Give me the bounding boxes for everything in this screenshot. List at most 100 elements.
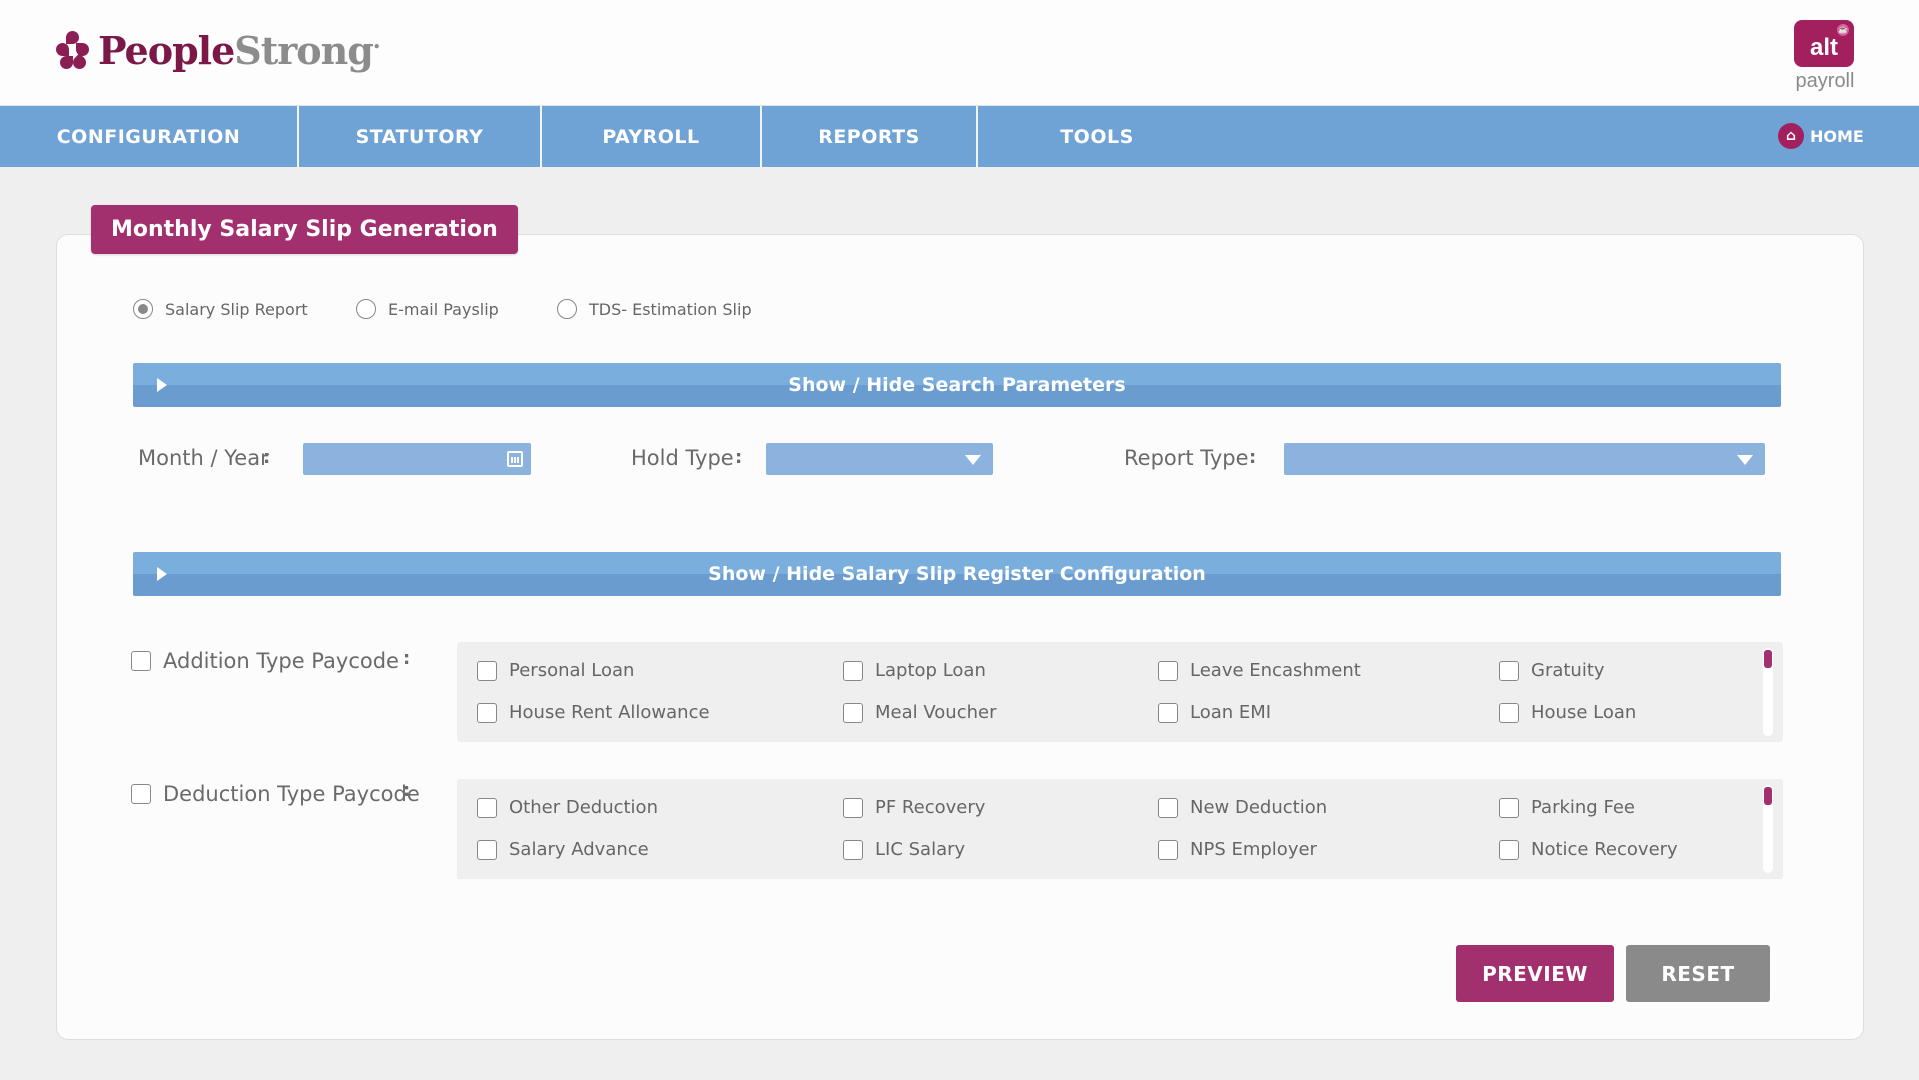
- home-icon: ⌂: [1778, 123, 1804, 149]
- month-year-input[interactable]: [303, 443, 531, 475]
- register-configuration-label: Show / Hide Salary Slip Register Configu…: [708, 563, 1206, 585]
- radio-indicator[interactable]: [356, 299, 376, 319]
- paycode-leave-encashment[interactable]: Leave Encashment: [1158, 660, 1361, 681]
- checkbox[interactable]: [843, 660, 863, 681]
- paycode-label: Salary Advance: [509, 839, 649, 860]
- scrollbar[interactable]: [1763, 648, 1773, 736]
- paycode-label: Other Deduction: [509, 797, 658, 818]
- home-label: HOME: [1810, 126, 1864, 146]
- search-parameters-toggle[interactable]: Show / Hide Search Parameters: [133, 363, 1781, 407]
- radio-salary-slip-report[interactable]: Salary Slip Report: [133, 299, 308, 319]
- calendar-icon[interactable]: [507, 451, 523, 467]
- addition-type-label: Addition Type Paycode: [163, 649, 399, 673]
- brand-name: PeopleStrong•: [98, 28, 380, 73]
- addition-paycode-list: Personal Loan Laptop Loan Leave Encashme…: [457, 642, 1783, 742]
- report-type-label: Report Type: [1124, 446, 1249, 470]
- checkbox[interactable]: [1499, 702, 1519, 723]
- radio-email-payslip[interactable]: E-mail Payslip: [356, 299, 499, 319]
- scrollbar-thumb[interactable]: [1764, 650, 1772, 668]
- checkbox[interactable]: [1158, 702, 1178, 723]
- paycode-loan-emi[interactable]: Loan EMI: [1158, 702, 1271, 723]
- paycode-label: NPS Employer: [1190, 839, 1317, 860]
- scrollbar-thumb[interactable]: [1764, 787, 1772, 805]
- checkbox[interactable]: [843, 839, 863, 860]
- preview-button[interactable]: PREVIEW: [1456, 945, 1614, 1002]
- paycode-house-rent-allowance[interactable]: House Rent Allowance: [477, 702, 710, 723]
- main-nav: CONFIGURATION STATUTORY PAYROLL REPORTS …: [0, 106, 1919, 167]
- paycode-nps-employer[interactable]: NPS Employer: [1158, 839, 1317, 860]
- field-colon: :: [263, 447, 271, 468]
- app-header: PeopleStrong• alt ☕ payroll: [0, 0, 1919, 106]
- paycode-label: Leave Encashment: [1190, 660, 1361, 681]
- paycode-label: House Rent Allowance: [509, 702, 710, 723]
- home-link[interactable]: ⌂ HOME: [1778, 123, 1864, 149]
- checkbox[interactable]: [1499, 839, 1519, 860]
- nav-configuration[interactable]: CONFIGURATION: [0, 106, 297, 167]
- paycode-notice-recovery[interactable]: Notice Recovery: [1499, 839, 1678, 860]
- checkbox[interactable]: [1158, 797, 1178, 818]
- radio-tds-estimation-slip[interactable]: TDS- Estimation Slip: [557, 299, 752, 319]
- scrollbar[interactable]: [1763, 785, 1773, 873]
- nav-reports[interactable]: REPORTS: [762, 106, 976, 167]
- paycode-label: Notice Recovery: [1531, 839, 1678, 860]
- hold-type-select[interactable]: [766, 443, 993, 475]
- paycode-house-loan[interactable]: House Loan: [1499, 702, 1636, 723]
- checkbox[interactable]: [1499, 797, 1519, 818]
- paycode-laptop-loan[interactable]: Laptop Loan: [843, 660, 986, 681]
- checkbox[interactable]: [477, 797, 497, 818]
- paycode-pf-recovery[interactable]: PF Recovery: [843, 797, 985, 818]
- paycode-label: LIC Salary: [875, 839, 966, 860]
- checkbox[interactable]: [477, 660, 497, 681]
- paycode-personal-loan[interactable]: Personal Loan: [477, 660, 634, 681]
- peoplestrong-logo[interactable]: PeopleStrong•: [56, 28, 380, 73]
- paycode-label: New Deduction: [1190, 797, 1328, 818]
- checkbox[interactable]: [1158, 660, 1178, 681]
- radio-indicator[interactable]: [557, 299, 577, 319]
- nav-statutory[interactable]: STATUTORY: [299, 106, 540, 167]
- paycode-label: House Loan: [1531, 702, 1637, 723]
- paycode-parking-fee[interactable]: Parking Fee: [1499, 797, 1635, 818]
- chevron-down-icon: [965, 455, 981, 465]
- page-title: Monthly Salary Slip Generation: [91, 205, 518, 254]
- paycode-label: Personal Loan: [509, 660, 635, 681]
- paycode-lic-salary[interactable]: LIC Salary: [843, 839, 965, 860]
- deduction-select-all-checkbox[interactable]: [131, 784, 151, 804]
- reset-button[interactable]: RESET: [1626, 945, 1770, 1002]
- expand-triangle-icon: [157, 378, 167, 392]
- paycode-label: PF Recovery: [875, 797, 986, 818]
- field-colon: :: [1249, 447, 1257, 468]
- report-type-select[interactable]: [1284, 443, 1765, 475]
- addition-type-paycode[interactable]: Addition Type Paycode: [131, 649, 399, 673]
- nav-payroll[interactable]: PAYROLL: [542, 106, 760, 167]
- checkbox[interactable]: [1158, 839, 1178, 860]
- register-configuration-toggle[interactable]: Show / Hide Salary Slip Register Configu…: [133, 552, 1781, 596]
- deduction-type-paycode[interactable]: Deduction Type Paycode: [131, 782, 420, 806]
- checkbox[interactable]: [1499, 660, 1519, 681]
- checkbox[interactable]: [843, 702, 863, 723]
- radio-selected-indicator[interactable]: [133, 299, 153, 319]
- paycode-other-deduction[interactable]: Other Deduction: [477, 797, 658, 818]
- brand-part1: People: [98, 28, 235, 73]
- paycode-label: Laptop Loan: [875, 660, 986, 681]
- paycode-new-deduction[interactable]: New Deduction: [1158, 797, 1327, 818]
- radio-label: TDS- Estimation Slip: [589, 299, 752, 319]
- radio-label: E-mail Payslip: [388, 299, 499, 319]
- alt-payroll-subtitle: payroll: [1795, 70, 1855, 92]
- paycode-salary-advance[interactable]: Salary Advance: [477, 839, 649, 860]
- logo-flower-icon: [56, 30, 90, 72]
- coffee-cup-icon: ☕: [1837, 24, 1849, 36]
- paycode-label: Gratuity: [1531, 660, 1605, 681]
- checkbox[interactable]: [477, 839, 497, 860]
- nav-tools[interactable]: TOOLS: [978, 106, 1216, 167]
- checkbox[interactable]: [477, 702, 497, 723]
- search-parameters-label: Show / Hide Search Parameters: [788, 374, 1126, 396]
- checkbox[interactable]: [843, 797, 863, 818]
- alt-payroll-logo[interactable]: alt ☕: [1794, 20, 1854, 67]
- brand-part2: Strong: [234, 28, 374, 73]
- paycode-meal-voucher[interactable]: Meal Voucher: [843, 702, 996, 723]
- month-year-label: Month / Year: [138, 446, 269, 470]
- addition-select-all-checkbox[interactable]: [131, 651, 151, 671]
- paycode-gratuity[interactable]: Gratuity: [1499, 660, 1605, 681]
- deduction-type-label: Deduction Type Paycode: [163, 782, 420, 806]
- field-colon: :: [403, 780, 411, 801]
